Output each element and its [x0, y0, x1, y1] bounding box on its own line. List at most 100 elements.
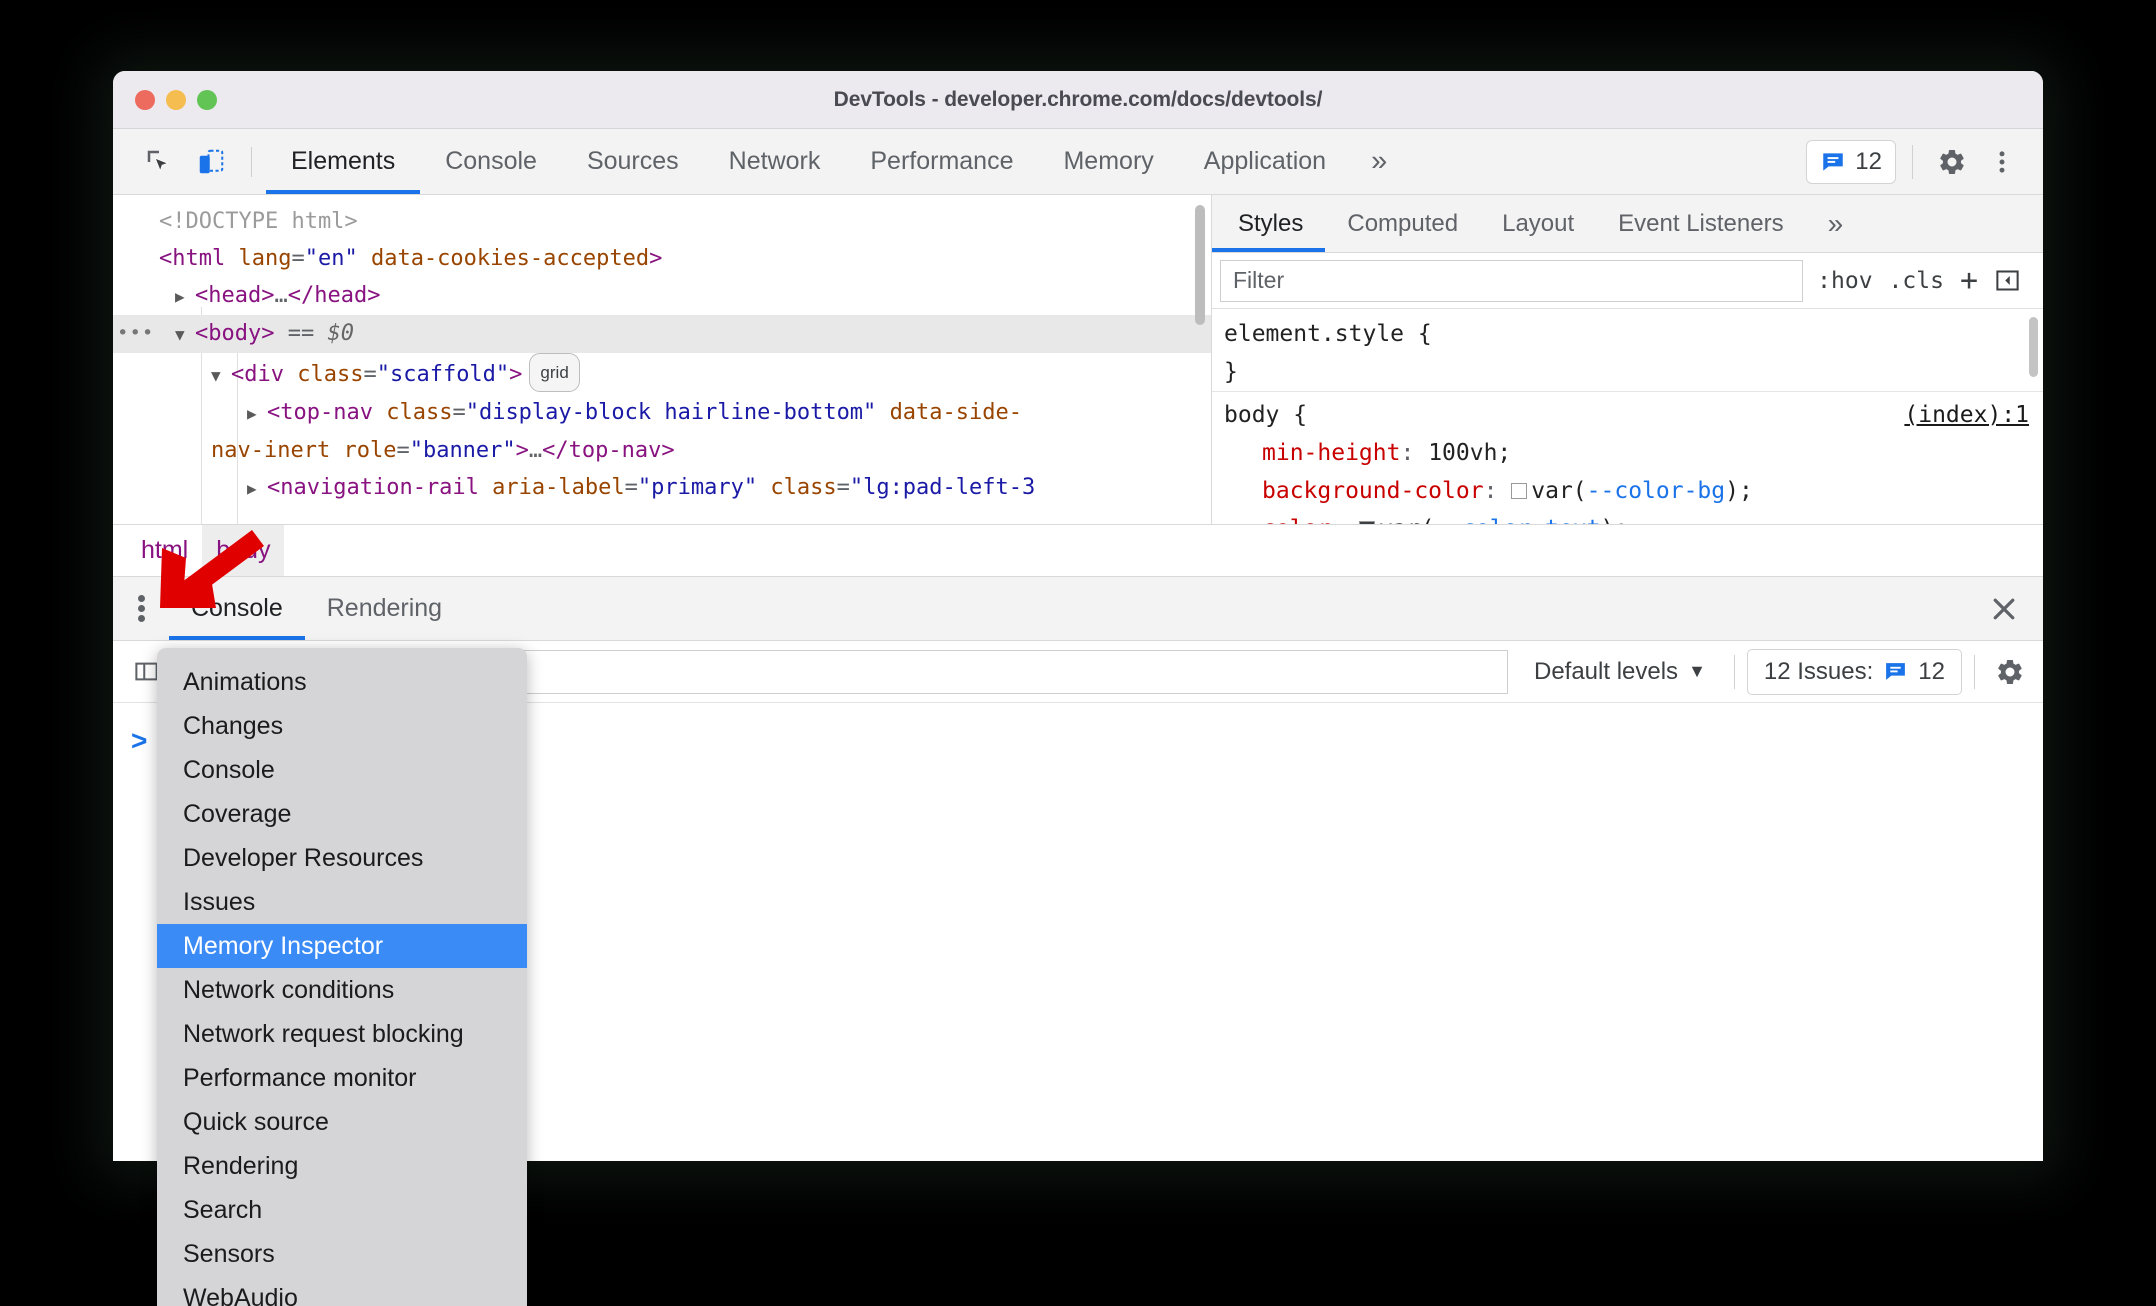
tab-styles-label: Styles: [1238, 209, 1304, 237]
menu-item-coverage[interactable]: Coverage: [157, 792, 527, 836]
menu-item-performance-monitor[interactable]: Performance monitor: [157, 1056, 527, 1100]
doctype-text: <!DOCTYPE html>: [159, 209, 358, 234]
hov-button[interactable]: :hov: [1817, 268, 1872, 294]
expand-head-icon[interactable]: [175, 278, 195, 315]
tab-performance[interactable]: Performance: [845, 129, 1038, 194]
console-issues-label: 12 Issues:: [1763, 657, 1874, 685]
css-decl-min-height[interactable]: min-height: 100vh;: [1212, 434, 2043, 472]
annotation-arrow-icon: [146, 524, 266, 624]
css-rule-element-style-selector[interactable]: element.style {: [1212, 315, 2043, 353]
css-decl-background-color[interactable]: background-color: var(--color-bg);: [1212, 472, 2043, 510]
more-tabs-label: »: [1371, 145, 1388, 177]
tab-elements[interactable]: Elements: [266, 129, 421, 194]
styles-filter-actions: :hov .cls +: [1803, 263, 2035, 298]
dom-line-doctype[interactable]: <!DOCTYPE html>: [113, 203, 1211, 240]
window-titlebar: DevTools - developer.chrome.com/docs/dev…: [113, 71, 2043, 129]
dom-line-head[interactable]: <head>…</head>: [113, 277, 1211, 315]
css-decl-color[interactable]: color: var(--color-text);: [1212, 510, 2043, 524]
collapse-scaffold-icon[interactable]: [211, 357, 231, 394]
issues-badge-button[interactable]: 12: [1806, 139, 1896, 184]
menu-item-network-request-blocking[interactable]: Network request blocking: [157, 1012, 527, 1056]
css-prop-value: 100vh;: [1428, 440, 1512, 466]
gear-icon[interactable]: [1929, 139, 1975, 185]
styles-more-tabs-chevron-icon[interactable]: »: [1806, 195, 1866, 252]
console-issues-count: 12: [1918, 657, 1945, 685]
styles-filter-input[interactable]: Filter: [1220, 259, 1804, 302]
styles-more-label: »: [1827, 207, 1844, 239]
tab-event-listeners[interactable]: Event Listeners: [1596, 195, 1805, 252]
drawer-tab-rendering[interactable]: Rendering: [305, 577, 464, 640]
tab-memory[interactable]: Memory: [1038, 129, 1178, 194]
css-prop-name: background-color: [1262, 478, 1484, 504]
css-var-name[interactable]: --color-bg: [1587, 478, 1725, 504]
elements-panel: <!DOCTYPE html> <html lang="en" data-coo…: [113, 195, 2043, 525]
breadcrumb: html body: [113, 525, 2043, 577]
menu-item-animations[interactable]: Animations: [157, 660, 527, 704]
panel-tabs: Elements Console Sources Network Perform…: [266, 129, 1407, 194]
kebab-menu-icon[interactable]: [1979, 139, 2025, 185]
menu-item-changes[interactable]: Changes: [157, 704, 527, 748]
drawer-more-tools-menu[interactable]: Animations Changes Console Coverage Deve…: [157, 648, 527, 1306]
menu-item-memory-inspector[interactable]: Memory Inspector: [157, 924, 527, 968]
dom-line-html[interactable]: <html lang="en" data-cookies-accepted>: [113, 240, 1211, 277]
css-rule-body-header: body { (index):1: [1212, 391, 2043, 434]
console-toolbar-divider: [1733, 654, 1735, 689]
grid-badge[interactable]: grid: [529, 353, 580, 392]
tab-application[interactable]: Application: [1179, 129, 1351, 194]
menu-item-webaudio[interactable]: WebAudio: [157, 1276, 527, 1306]
css-prop-name: min-height: [1262, 440, 1401, 466]
add-rule-button[interactable]: +: [1960, 263, 1978, 298]
dom-line-topnav[interactable]: <top-nav class="display-block hairline-b…: [113, 394, 1211, 432]
color-swatch-icon[interactable]: [1358, 521, 1375, 524]
css-rule-body-selector[interactable]: body {: [1224, 402, 1307, 428]
menu-item-network-conditions[interactable]: Network conditions: [157, 968, 527, 1012]
tab-event-listeners-label: Event Listeners: [1618, 209, 1784, 237]
collapse-body-icon[interactable]: [175, 316, 195, 353]
color-swatch-icon[interactable]: [1511, 483, 1528, 499]
tab-computed-label: Computed: [1347, 209, 1459, 237]
expand-topnav-icon[interactable]: [247, 395, 267, 432]
inspect-cursor-icon[interactable]: [133, 140, 185, 184]
device-toolbar-icon[interactable]: [185, 140, 237, 184]
css-rule-source-link[interactable]: (index):1: [1904, 396, 2043, 434]
dom-tree-scrollbar[interactable]: [1195, 205, 1205, 325]
dom-line-navigation-rail[interactable]: <navigation-rail aria-label="primary" cl…: [113, 469, 1211, 507]
cls-button[interactable]: .cls: [1889, 268, 1944, 294]
dom-more-dots-icon[interactable]: •••: [117, 315, 154, 352]
tab-sources[interactable]: Sources: [562, 129, 704, 194]
tab-computed[interactable]: Computed: [1325, 195, 1480, 252]
more-tabs-chevron-icon[interactable]: »: [1351, 129, 1407, 194]
menu-item-search[interactable]: Search: [157, 1188, 527, 1232]
styles-tabs: Styles Computed Layout Event Listeners »: [1212, 195, 2043, 253]
tab-layout-label: Layout: [1502, 209, 1575, 237]
dom-line-topnav-wrap[interactable]: nav-inert role="banner">…</top-nav>: [113, 432, 1211, 469]
styles-filter-placeholder: Filter: [1233, 267, 1285, 293]
drawer-tab-rendering-label: Rendering: [326, 594, 443, 622]
css-var-name[interactable]: --color-text: [1434, 516, 1600, 524]
close-icon[interactable]: [1979, 577, 2043, 640]
menu-item-developer-resources[interactable]: Developer Resources: [157, 836, 527, 880]
tab-sources-label: Sources: [586, 147, 679, 175]
console-settings-gear-icon[interactable]: [1987, 649, 2033, 695]
dom-line-scaffold[interactable]: <div class="scaffold">grid: [113, 353, 1211, 394]
menu-item-console[interactable]: Console: [157, 748, 527, 792]
panel-toggle-icon[interactable]: [1994, 267, 2021, 294]
menu-item-rendering[interactable]: Rendering: [157, 1144, 527, 1188]
tab-performance-label: Performance: [870, 147, 1014, 175]
menu-item-sensors[interactable]: Sensors: [157, 1232, 527, 1276]
dom-line-body[interactable]: •••<body> == $0: [113, 315, 1211, 353]
tab-network[interactable]: Network: [704, 129, 846, 194]
expand-navrail-icon[interactable]: [247, 470, 267, 507]
console-levels-dropdown[interactable]: Default levels ▼: [1518, 658, 1722, 686]
tab-layout[interactable]: Layout: [1480, 195, 1596, 252]
console-toolbar-divider-2: [1974, 654, 1975, 689]
console-issues-button[interactable]: 12 Issues: 12: [1746, 648, 1962, 695]
menu-item-quick-source[interactable]: Quick source: [157, 1100, 527, 1144]
styles-scrollbar[interactable]: [2029, 317, 2038, 377]
issue-message-icon: [1823, 152, 1844, 171]
dom-tree[interactable]: <!DOCTYPE html> <html lang="en" data-coo…: [113, 195, 1211, 524]
tab-styles[interactable]: Styles: [1212, 195, 1326, 252]
tab-console[interactable]: Console: [420, 129, 562, 194]
menu-item-issues[interactable]: Issues: [157, 880, 527, 924]
drawer-tabbar: Console Rendering: [113, 577, 2043, 641]
